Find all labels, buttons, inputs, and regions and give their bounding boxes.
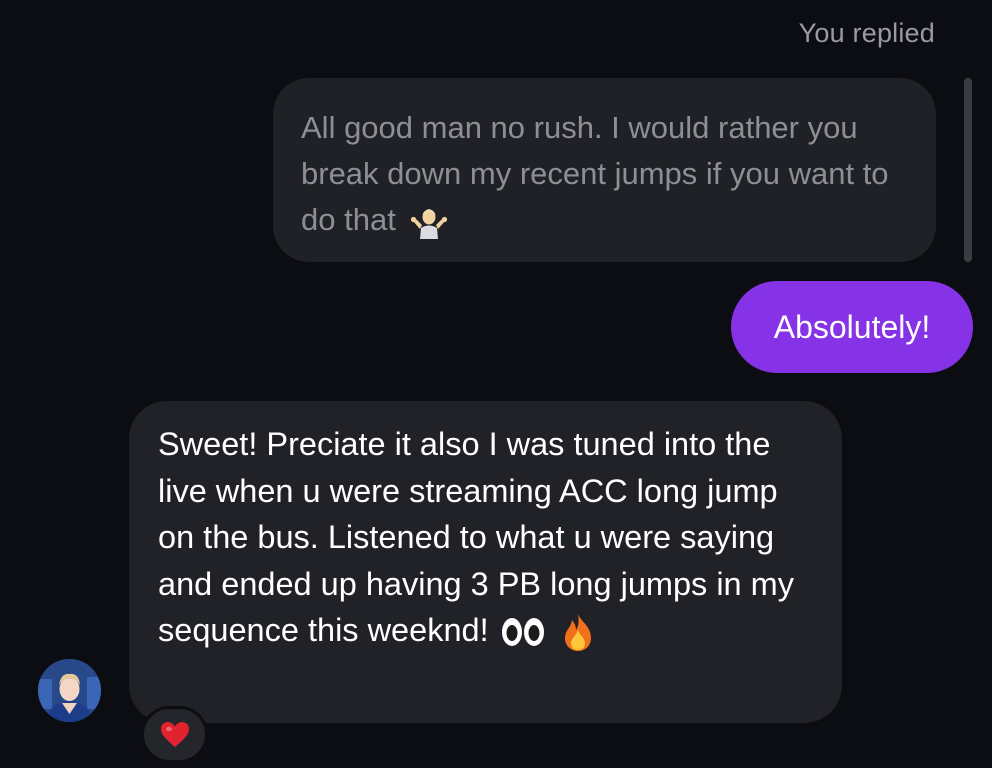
- scrollbar-thumb[interactable]: [964, 78, 972, 262]
- quoted-message-text: All good man no rush. I would rather you…: [301, 110, 889, 237]
- sender-avatar[interactable]: [38, 659, 101, 722]
- reply-label: You replied: [798, 18, 935, 48]
- received-message-bubble[interactable]: Sweet! Preciate it also I was tuned into…: [129, 401, 842, 723]
- red-heart-icon: [160, 721, 190, 748]
- received-message-text: Sweet! Preciate it also I was tuned into…: [158, 426, 794, 648]
- quoted-message-bubble[interactable]: All good man no rush. I would rather you…: [273, 78, 936, 262]
- fire-emoji: [561, 612, 595, 652]
- person-shrugging-emoji: [410, 205, 448, 239]
- sent-message-bubble[interactable]: Absolutely!: [731, 281, 973, 373]
- sent-message-text: Absolutely!: [773, 308, 931, 345]
- reaction-badge[interactable]: [141, 706, 208, 763]
- eyes-emoji: [500, 616, 546, 648]
